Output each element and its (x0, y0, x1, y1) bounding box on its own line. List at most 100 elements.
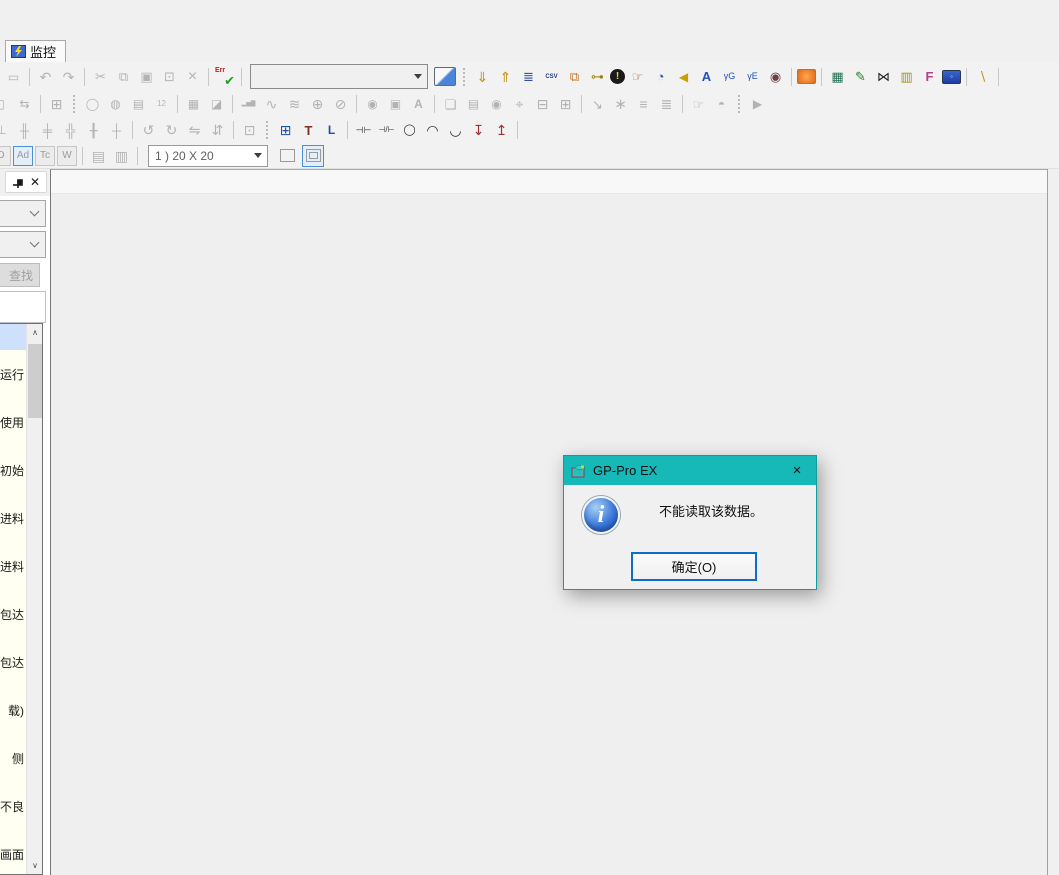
align-center-h-icon[interactable]: ╬ (60, 120, 81, 141)
camera-event-icon[interactable]: ◉ (765, 66, 786, 87)
toolbar-grip[interactable] (266, 121, 269, 139)
language-change-icon[interactable]: A (696, 66, 717, 87)
rotate-ccw-icon[interactable]: ↺ (138, 120, 159, 141)
transfer-send-icon[interactable]: ⇓ (472, 66, 493, 87)
rotate-text-icon[interactable]: T (298, 120, 319, 141)
tab-monitor[interactable]: 监控 (5, 40, 66, 62)
project-transfer-icon[interactable]: ▦ (827, 66, 848, 87)
distribute-h-icon[interactable]: ╫ (14, 120, 35, 141)
cleanup-icon[interactable]: ∖ (972, 66, 993, 87)
transfer-receive-icon[interactable]: ⇑ (495, 66, 516, 87)
align-grid-icon[interactable]: ┼ (106, 120, 127, 141)
toolbar-grip[interactable] (73, 95, 76, 113)
switch-button-icon[interactable]: ▣ (385, 94, 406, 115)
paste-icon[interactable]: ▣ (136, 66, 157, 87)
register-list-icon[interactable]: ≣ (518, 66, 539, 87)
screen-pointer-icon[interactable]: ⌖ (509, 94, 530, 115)
global-search-e-icon[interactable]: γE (742, 66, 763, 87)
list-item[interactable]: 进料 (0, 494, 26, 542)
special-window-icon[interactable]: ∗ (610, 94, 631, 115)
align-center-v-icon[interactable]: ╂ (83, 120, 104, 141)
contact-nc-icon[interactable]: ⊣/⊢ (376, 120, 397, 141)
bar-graph-icon[interactable]: ▂▅▇ (238, 94, 259, 115)
hand-pointer-icon[interactable]: ☞ (688, 94, 709, 115)
grid-size-select[interactable]: 1 ) 20 X 20 (148, 145, 268, 167)
filter-combobox-2[interactable] (0, 231, 46, 258)
list-item[interactable]: 运行 (0, 350, 26, 398)
copy-icon[interactable]: ⧉ (113, 66, 134, 87)
scroll-down-icon[interactable]: ∨ (27, 857, 43, 874)
speaker-icon[interactable]: ◀ (673, 66, 694, 87)
editor-canvas[interactable] (50, 169, 1047, 875)
align-edge-icon[interactable]: ⊥ (0, 120, 12, 141)
lamp-button-icon[interactable]: ◉ (362, 94, 383, 115)
list-item[interactable]: 画面 (0, 830, 26, 875)
data-list-icon[interactable]: ≡ (633, 94, 654, 115)
grid-table-icon[interactable]: ▦ (183, 94, 204, 115)
eraser-icon[interactable]: ◪ (206, 94, 227, 115)
undo-icon[interactable]: ↶ (35, 66, 56, 87)
list-item[interactable]: 侧 (0, 734, 26, 782)
screen-select-combobox[interactable] (250, 64, 428, 89)
film-parts-icon[interactable]: ▤ (463, 94, 484, 115)
dialog-close-button[interactable]: × (778, 456, 816, 485)
find-button[interactable]: 查找 (0, 263, 40, 287)
print-preview-icon[interactable]: ▥ (111, 145, 132, 166)
keypad-button-icon[interactable]: A (408, 94, 429, 115)
format-w-button[interactable]: W (57, 146, 77, 166)
screen-capture-icon[interactable] (797, 69, 816, 84)
list-item[interactable]: 初始 (0, 446, 26, 494)
lamp-parts-icon[interactable]: ◍ (105, 94, 126, 115)
clock-display-icon[interactable]: ◔ (650, 66, 671, 87)
window-parts-icon[interactable]: ❏ (440, 94, 461, 115)
scroll-up-icon[interactable]: ∧ (27, 324, 43, 341)
gauge-descend-icon[interactable]: ◡ (445, 120, 466, 141)
font-settings-icon[interactable]: F (919, 66, 940, 87)
io-monitor-icon[interactable]: ◦ (942, 70, 961, 84)
trend-graph-icon[interactable]: ≋ (284, 94, 305, 115)
monitor-display-icon[interactable]: ⊟ (532, 94, 553, 115)
frame-double-icon[interactable] (302, 145, 324, 167)
compass-icon[interactable]: ⊘ (330, 94, 351, 115)
delete-icon[interactable]: × (182, 66, 203, 87)
data-list-edit-icon[interactable]: ≣ (656, 94, 677, 115)
bar-write-up-icon[interactable]: ↥ (491, 120, 512, 141)
list-item[interactable] (0, 324, 26, 350)
transfer-window-icon[interactable]: ↘ (587, 94, 608, 115)
bar-write-down-icon[interactable]: ↧ (468, 120, 489, 141)
security-key-icon[interactable]: ⊶ (587, 66, 608, 87)
format-d-button[interactable]: D (0, 146, 11, 166)
list-item[interactable]: 包达 (0, 638, 26, 686)
cut-icon[interactable]: ✂ (90, 66, 111, 87)
symbol-valve-icon[interactable]: ⋈ (873, 66, 894, 87)
camera-view-icon[interactable]: ◉ (486, 94, 507, 115)
flip-horizontal-icon[interactable]: ⇋ (184, 120, 205, 141)
format-tc-button[interactable]: Tc (35, 146, 55, 166)
data-can-icon[interactable]: ◓ (711, 94, 732, 115)
group-parts-icon[interactable]: ⊡ (239, 120, 260, 141)
movie-transfer-icon[interactable]: ▥ (896, 66, 917, 87)
filter-combobox-1[interactable] (0, 200, 46, 227)
screen-display-icon[interactable]: ⊞ (555, 94, 576, 115)
system-alert-icon[interactable]: ! (610, 69, 625, 84)
screen-change-icon[interactable]: ⇆ (14, 94, 35, 115)
open-icon[interactable]: ▭ (3, 66, 24, 87)
contact-no-icon[interactable]: ⊣⊢ (353, 120, 374, 141)
global-search-g-icon[interactable]: γG (719, 66, 740, 87)
list-scrollbar[interactable]: ∧ ∨ (26, 324, 42, 874)
screen-list[interactable]: 运行使用初始进料进料包达包达载)侧不良画面 ∧ ∨ (0, 323, 43, 875)
ok-button[interactable]: 确定(O) (631, 552, 757, 581)
csv-export-icon[interactable]: CSV (541, 66, 562, 87)
search-input[interactable] (0, 291, 46, 323)
memo-display-icon[interactable]: ▤ (128, 94, 149, 115)
toolbar-grip[interactable] (738, 95, 741, 113)
distribute-v-icon[interactable]: ╪ (37, 120, 58, 141)
list-item[interactable]: 使用 (0, 398, 26, 446)
list-item[interactable]: 进料 (0, 542, 26, 590)
rotate-cw-icon[interactable]: ↻ (161, 120, 182, 141)
duplicate-icon[interactable]: ⊡ (159, 66, 180, 87)
scroll-thumb[interactable] (28, 344, 42, 418)
package-grid-icon[interactable]: ⊞ (46, 94, 67, 115)
lamp-display-icon[interactable]: L (321, 120, 342, 141)
movie-player-icon[interactable]: ▶ (747, 94, 768, 115)
